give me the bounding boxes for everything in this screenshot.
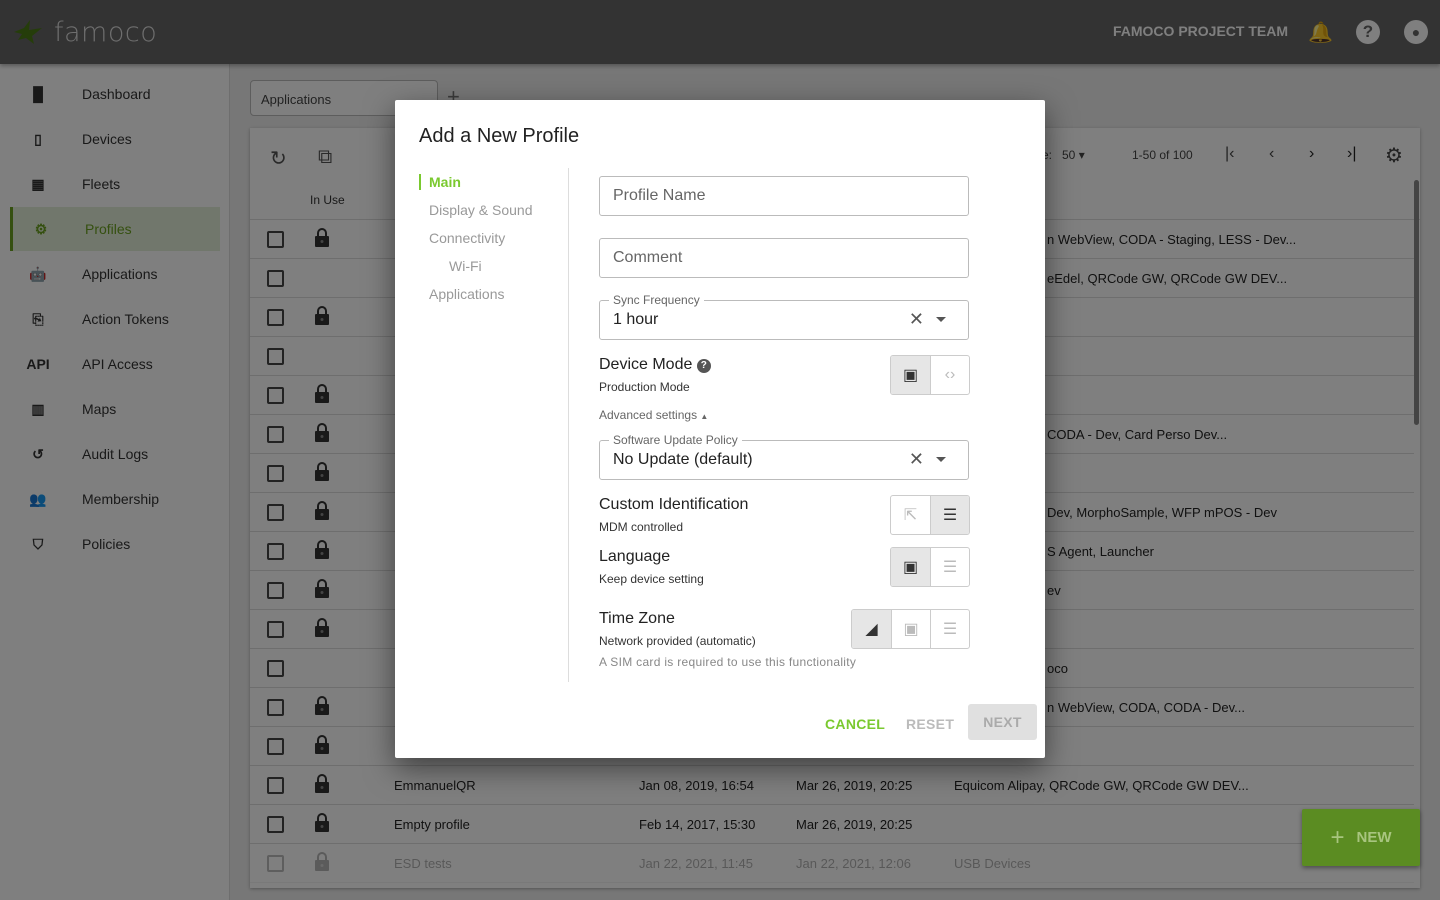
locked-device-icon[interactable]: ▣ [891,356,930,394]
device-mode-title: Device Mode ? [599,356,711,374]
nav-display-sound[interactable]: Display & Sound [429,202,533,218]
device-mode-toggle[interactable]: ▣ ‹› [890,355,970,395]
timezone-toggle[interactable]: ◢ ▣ ☰ [851,609,970,649]
caret-up-icon: ▲ [700,412,709,421]
reset-button[interactable]: RESET [906,716,954,732]
tune-icon[interactable]: ☰ [930,548,969,586]
custom-id-value: MDM controlled [599,520,684,534]
custom-id-toggle[interactable]: ⇱ ☰ [890,495,970,535]
advanced-settings-label: Advanced settings [599,408,698,422]
new-profile-button[interactable]: + NEW [1302,809,1420,866]
advanced-settings-toggle[interactable]: Advanced settings ▲ [599,408,708,422]
network-signal-icon[interactable]: ◢ [852,610,891,648]
sync-frequency-value: 1 hour [613,311,659,328]
software-update-value: No Update (default) [613,451,753,468]
nav-connectivity[interactable]: Connectivity [429,230,505,246]
tune-icon[interactable]: ☰ [930,610,969,648]
device-mode-value: Production Mode [599,380,690,394]
dropdown-arrow-icon[interactable] [936,457,946,462]
clear-icon[interactable]: ✕ [909,449,924,470]
nav-divider [568,168,569,682]
timezone-note: A SIM card is required to use this funct… [599,655,857,669]
comment-input[interactable]: Comment [599,238,969,278]
clear-icon[interactable]: ✕ [909,309,924,330]
help-icon[interactable]: ? [696,359,711,373]
nav-main[interactable]: Main [419,174,461,190]
device-input-icon[interactable]: ⇱ [891,496,930,534]
developer-mode-icon[interactable]: ‹› [930,356,969,394]
timezone-title: Time Zone [599,610,675,627]
new-label: NEW [1356,829,1392,846]
timezone-value: Network provided (automatic) [599,634,756,648]
dialog-title: Add a New Profile [419,125,580,147]
language-toggle[interactable]: ▣ ☰ [890,547,970,587]
software-update-label: Software Update Policy [609,433,742,447]
cancel-button[interactable]: CANCEL [825,716,885,732]
nav-applications[interactable]: Applications [429,286,505,302]
profile-name-input[interactable]: Profile Name [599,176,969,216]
software-update-policy-select[interactable]: Software Update Policy No Update (defaul… [599,433,969,480]
add-profile-dialog: Add a New Profile Main Display & Sound C… [395,100,1045,758]
nav-wifi[interactable]: Wi-Fi [449,258,482,274]
sync-frequency-select[interactable]: Sync Frequency 1 hour ✕ [599,293,969,340]
device-mode-label: Device Mode [599,356,693,373]
device-lock-icon[interactable]: ▣ [891,610,930,648]
tune-icon[interactable]: ☰ [930,496,969,534]
device-lock-icon[interactable]: ▣ [891,548,930,586]
language-value: Keep device setting [599,572,704,586]
sync-frequency-label: Sync Frequency [609,293,704,307]
language-title: Language [599,548,671,565]
custom-id-title: Custom Identification [599,496,749,513]
dropdown-arrow-icon[interactable] [936,317,946,322]
plus-icon: + [1330,823,1345,851]
next-button[interactable]: NEXT [968,704,1037,740]
